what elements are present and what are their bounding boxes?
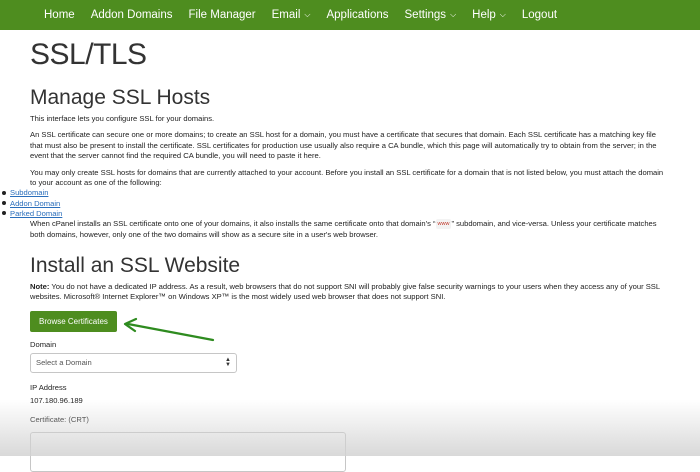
- install-note: Note: You do not have a dedicated IP add…: [30, 282, 670, 303]
- nav-home-label: Home: [44, 9, 75, 21]
- page-title: SSL/TLS: [30, 38, 147, 71]
- select-arrows-icon: ▲ ▼: [225, 356, 231, 368]
- nav-logout[interactable]: Logout: [514, 0, 565, 30]
- manage-para2: You may only create SSL hosts for domain…: [30, 167, 664, 188]
- certificate-label: Certificate: (CRT): [30, 414, 89, 424]
- nav-file-manager-label: File Manager: [188, 9, 256, 21]
- note-text: You do not have a dedicated IP address. …: [30, 282, 660, 302]
- domain-label: Domain: [30, 339, 57, 349]
- nav-email-label: Email: [271, 9, 301, 21]
- chevron-down-icon: ⌵: [499, 10, 506, 19]
- domain-type-list: Subdomain Addon Domain Parked Domain: [2, 188, 670, 219]
- nav-applications[interactable]: Applications: [318, 0, 396, 30]
- manage-para1: An SSL certificate can secure one or mor…: [30, 130, 657, 161]
- para3-start: When cPanel installs an SSL certificate …: [30, 219, 436, 229]
- nav-email[interactable]: Email ⌵: [264, 0, 319, 30]
- list-item: Addon Domain: [2, 199, 670, 209]
- nav-settings-label: Settings: [404, 9, 447, 21]
- bullet-icon: [2, 201, 6, 206]
- domain-select-value: Select a Domain: [36, 358, 92, 368]
- subdomain-link[interactable]: Subdomain: [10, 188, 48, 197]
- parked-domain-link[interactable]: Parked Domain: [10, 209, 62, 218]
- manage-para3: When cPanel installs an SSL certificate …: [30, 219, 670, 240]
- domain-select[interactable]: Select a Domain ▲ ▼: [30, 352, 237, 373]
- chevron-down-icon: ⌵: [304, 10, 311, 19]
- nav-home[interactable]: Home: [36, 0, 83, 30]
- manage-intro: This interface lets you configure SSL fo…: [30, 114, 215, 123]
- ip-address-label: IP Address: [30, 382, 67, 392]
- install-ssl-heading: Install an SSL Website: [30, 254, 241, 278]
- certificate-textarea[interactable]: [30, 431, 346, 472]
- main-content: SSL/TLS Manage SSL Hosts This interface …: [2, 30, 670, 472]
- top-nav: Home Addon Domains File Manager Email ⌵ A…: [0, 0, 700, 30]
- www-badge: www: [435, 219, 452, 230]
- chevron-down-icon: ⌵: [450, 10, 457, 19]
- list-item: Parked Domain: [2, 209, 670, 219]
- bullet-icon: [2, 190, 6, 195]
- nav-help-label: Help: [472, 9, 496, 21]
- nav-applications-label: Applications: [326, 9, 389, 21]
- addon-domain-link[interactable]: Addon Domain: [10, 199, 60, 208]
- nav-addon-domains-label: Addon Domains: [90, 9, 173, 21]
- list-item: Subdomain: [2, 188, 670, 198]
- manage-ssl-heading: Manage SSL Hosts: [30, 86, 211, 109]
- note-label: Note:: [30, 282, 50, 292]
- nav-file-manager[interactable]: File Manager: [181, 0, 264, 30]
- nav-logout-label: Logout: [521, 9, 558, 21]
- bullet-icon: [2, 211, 6, 216]
- browse-certificates-button[interactable]: Browse Certificates: [30, 310, 117, 332]
- nav-addon-domains[interactable]: Addon Domains: [83, 0, 181, 30]
- ip-address-value: 107.180.96.189: [30, 395, 83, 405]
- nav-settings[interactable]: Settings ⌵: [397, 0, 465, 30]
- nav-help[interactable]: Help ⌵: [464, 0, 514, 30]
